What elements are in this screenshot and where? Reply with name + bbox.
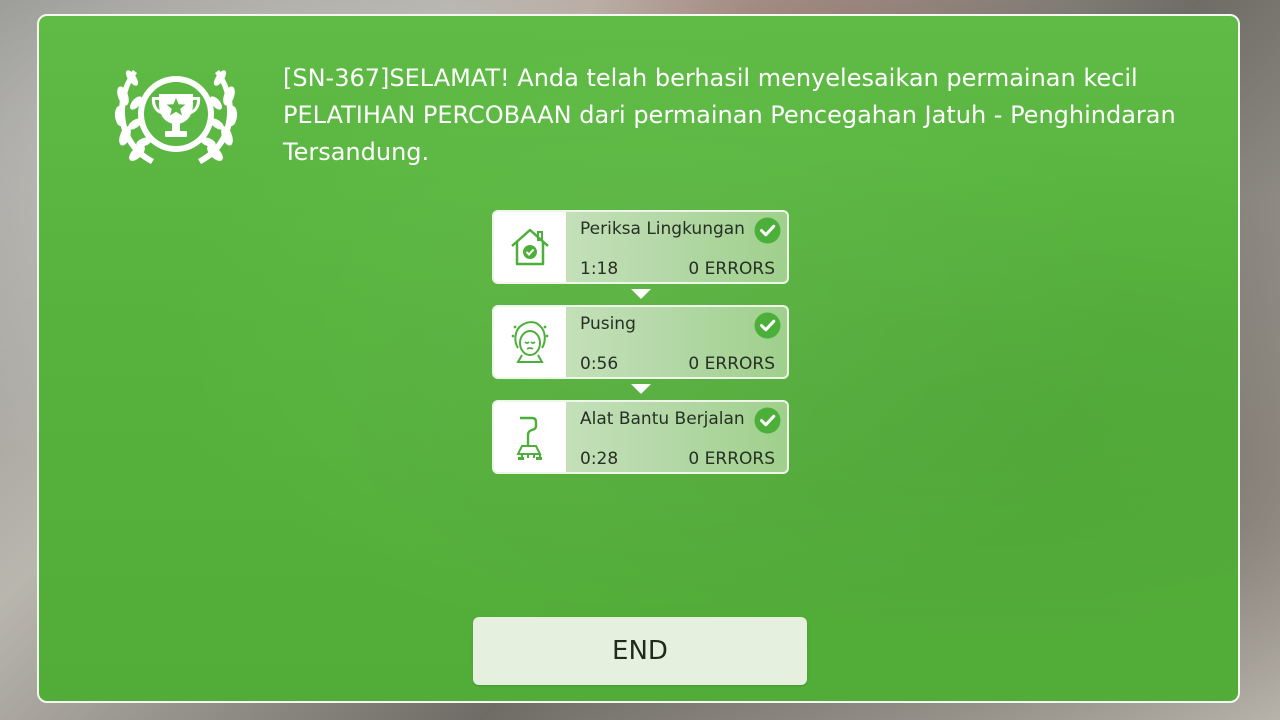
check-circle-icon xyxy=(754,312,781,339)
house-check-icon xyxy=(511,228,549,266)
task-card-alat-bantu-berjalan: Alat Bantu Berjalan 0:28 0 ERRORS xyxy=(492,400,789,474)
task-errors: 0 ERRORS xyxy=(688,259,775,279)
task-time: 1:18 xyxy=(580,259,619,279)
task-errors: 0 ERRORS xyxy=(688,354,775,374)
task-title: Periksa Lingkungan xyxy=(580,219,745,239)
task-title: Pusing xyxy=(580,314,636,334)
trophy-laurel-icon xyxy=(114,70,238,164)
task-card-pusing: Pusing 0:56 0 ERRORS xyxy=(492,305,789,379)
check-circle-icon xyxy=(754,407,781,434)
task-list: Periksa Lingkungan 1:18 0 ERRORS Pusing … xyxy=(492,210,790,474)
task-time: 0:28 xyxy=(580,449,619,469)
completion-message: [SN-367]SELAMAT! Anda telah berhasil men… xyxy=(283,64,1176,166)
task-title: Alat Bantu Berjalan xyxy=(580,409,745,429)
arrow-down-icon xyxy=(631,289,651,299)
completion-panel: [SN-367]SELAMAT! Anda telah berhasil men… xyxy=(37,14,1240,703)
task-card-periksa-lingkungan: Periksa Lingkungan 1:18 0 ERRORS xyxy=(492,210,789,284)
check-circle-icon xyxy=(754,217,781,244)
task-time: 0:56 xyxy=(580,354,619,374)
arrow-down-icon xyxy=(631,384,651,394)
walking-cane-icon xyxy=(516,416,542,460)
task-errors: 0 ERRORS xyxy=(688,449,775,469)
end-button[interactable]: END xyxy=(473,617,807,685)
dizzy-face-icon xyxy=(511,321,549,363)
